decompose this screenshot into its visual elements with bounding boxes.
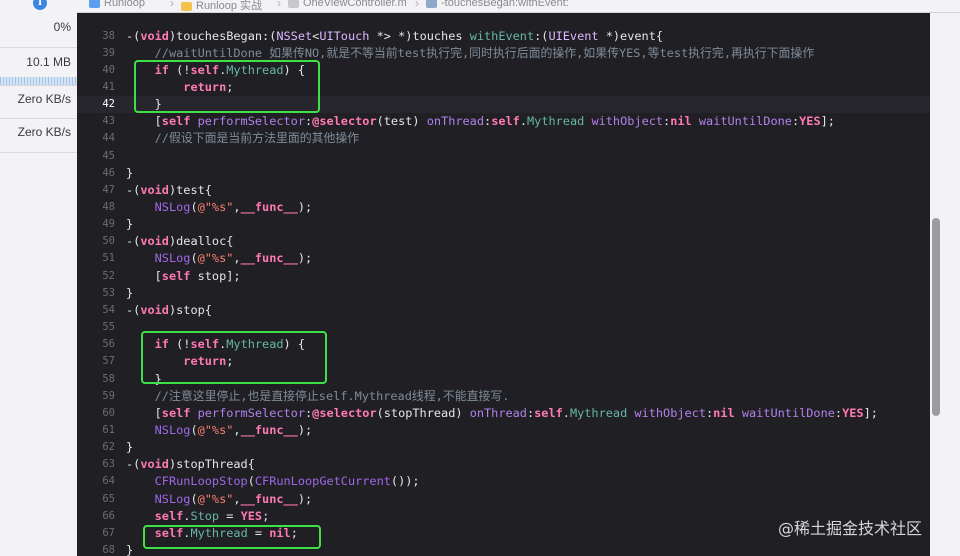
debug-navigator: i 0% 10.1 MB Zero KB/s Zero KB/s <box>0 0 78 556</box>
line-number: 40 <box>102 63 115 76</box>
code-line[interactable]: 60 [self performSelector:@selector(stopT… <box>77 405 930 422</box>
chevron-right-icon: › <box>415 0 419 10</box>
line-number: 59 <box>102 389 115 402</box>
project-icon <box>89 0 100 8</box>
memory-value: 10.1 MB <box>26 55 71 69</box>
chevron-right-icon: › <box>170 0 174 10</box>
line-number: 67 <box>102 526 115 539</box>
code-line[interactable]: 47 -(void)test{ <box>77 182 930 199</box>
line-number: 60 <box>102 406 115 419</box>
line-number: 45 <box>102 149 115 162</box>
breadcrumb-method[interactable]: -touchesBegan:withEvent: <box>426 0 569 9</box>
method-icon <box>426 0 437 8</box>
code-line[interactable]: 65 NSLog(@"%s",__func__); <box>77 491 930 508</box>
code-line[interactable]: 54 -(void)stop{ <box>77 302 930 319</box>
breadcrumb-file[interactable]: OneViewController.m <box>288 0 407 9</box>
line-number: 49 <box>102 218 115 231</box>
code-line[interactable]: 49} <box>77 216 930 233</box>
line-number: 41 <box>102 80 115 93</box>
line-number: 50 <box>102 235 115 248</box>
line-number: 47 <box>102 183 115 196</box>
line-number: 43 <box>102 115 115 128</box>
line-number: 44 <box>102 132 115 145</box>
code-line[interactable]: 48 NSLog(@"%s",__func__); <box>77 199 930 216</box>
code-line[interactable]: 50 -(void)dealloc{ <box>77 233 930 250</box>
code-line[interactable]: 59 //注意这里停止,也是直接停止self.Mythread线程,不能直接写. <box>77 388 930 405</box>
code-line[interactable]: 44 //假设下面是当前方法里面的其他操作 <box>77 130 930 147</box>
line-number: 56 <box>102 338 115 351</box>
code-editor[interactable]: 38 -(void)touchesBegan:(NSSet<UITouch *> … <box>77 13 930 556</box>
vertical-scrollbar[interactable] <box>930 13 960 556</box>
chevron-right-icon: › <box>277 0 281 10</box>
line-number: 55 <box>102 321 115 333</box>
watermark: @稀土掘金技术社区 <box>778 519 923 538</box>
code-line[interactable]: 62} <box>77 439 930 456</box>
disk-value: Zero KB/s <box>17 92 71 106</box>
line-number: 42 <box>102 98 115 111</box>
line-number: 52 <box>102 269 115 282</box>
code-line[interactable]: 45 <box>77 148 930 165</box>
highlight-box <box>141 331 327 384</box>
line-number: 54 <box>102 303 115 316</box>
code-line[interactable]: 43 [self performSelector:@selector(test)… <box>77 113 930 130</box>
objc-file-icon <box>288 0 299 8</box>
code-line[interactable]: 38 -(void)touchesBegan:(NSSet<UITouch *> … <box>77 28 930 45</box>
folder-icon <box>181 1 192 11</box>
cpu-value: 0% <box>53 20 71 34</box>
highlight-box <box>134 60 320 113</box>
code-line[interactable]: 61 NSLog(@"%s",__func__); <box>77 422 930 439</box>
memory-gauge[interactable]: 10.1 MB <box>0 48 77 86</box>
disk-gauge[interactable]: Zero KB/s <box>0 86 77 119</box>
code-line[interactable]: 53} <box>77 285 930 302</box>
network-gauge[interactable]: Zero KB/s <box>0 119 77 153</box>
line-number: 48 <box>102 201 115 213</box>
code-line[interactable]: 52 [self stop]; <box>77 268 930 285</box>
line-number: 39 <box>102 46 115 59</box>
line-number: 46 <box>102 166 115 179</box>
line-number: 38 <box>102 29 115 42</box>
info-icon[interactable]: i <box>33 0 47 10</box>
breadcrumb-project[interactable]: Runloop <box>89 0 145 9</box>
code-line[interactable]: 63 -(void)stopThread{ <box>77 456 930 473</box>
code-line[interactable]: 46} <box>77 165 930 182</box>
code-line[interactable]: 64 CFRunLoopStop(CFRunLoopGetCurrent()); <box>77 473 930 490</box>
line-number: 65 <box>102 492 115 505</box>
memory-sparkline <box>0 77 77 85</box>
line-number: 66 <box>102 509 115 522</box>
breadcrumb: Runloop › Runloop 实战 › OneViewController… <box>77 0 960 13</box>
scrollbar-thumb[interactable] <box>932 218 940 416</box>
line-number: 61 <box>102 423 115 436</box>
cpu-gauge[interactable]: i 0% <box>0 0 77 48</box>
line-number: 51 <box>102 252 115 265</box>
line-number: 64 <box>102 475 115 488</box>
line-number: 58 <box>102 372 115 385</box>
line-number: 57 <box>102 355 115 368</box>
line-number: 62 <box>102 441 115 454</box>
highlight-box <box>143 525 321 549</box>
line-number: 63 <box>102 458 115 471</box>
breadcrumb-folder[interactable]: Runloop 实战 <box>181 0 262 12</box>
line-number: 68 <box>102 544 115 556</box>
network-value: Zero KB/s <box>17 125 71 139</box>
code-line[interactable]: 51 NSLog(@"%s",__func__); <box>77 250 930 267</box>
line-number: 53 <box>102 286 115 299</box>
